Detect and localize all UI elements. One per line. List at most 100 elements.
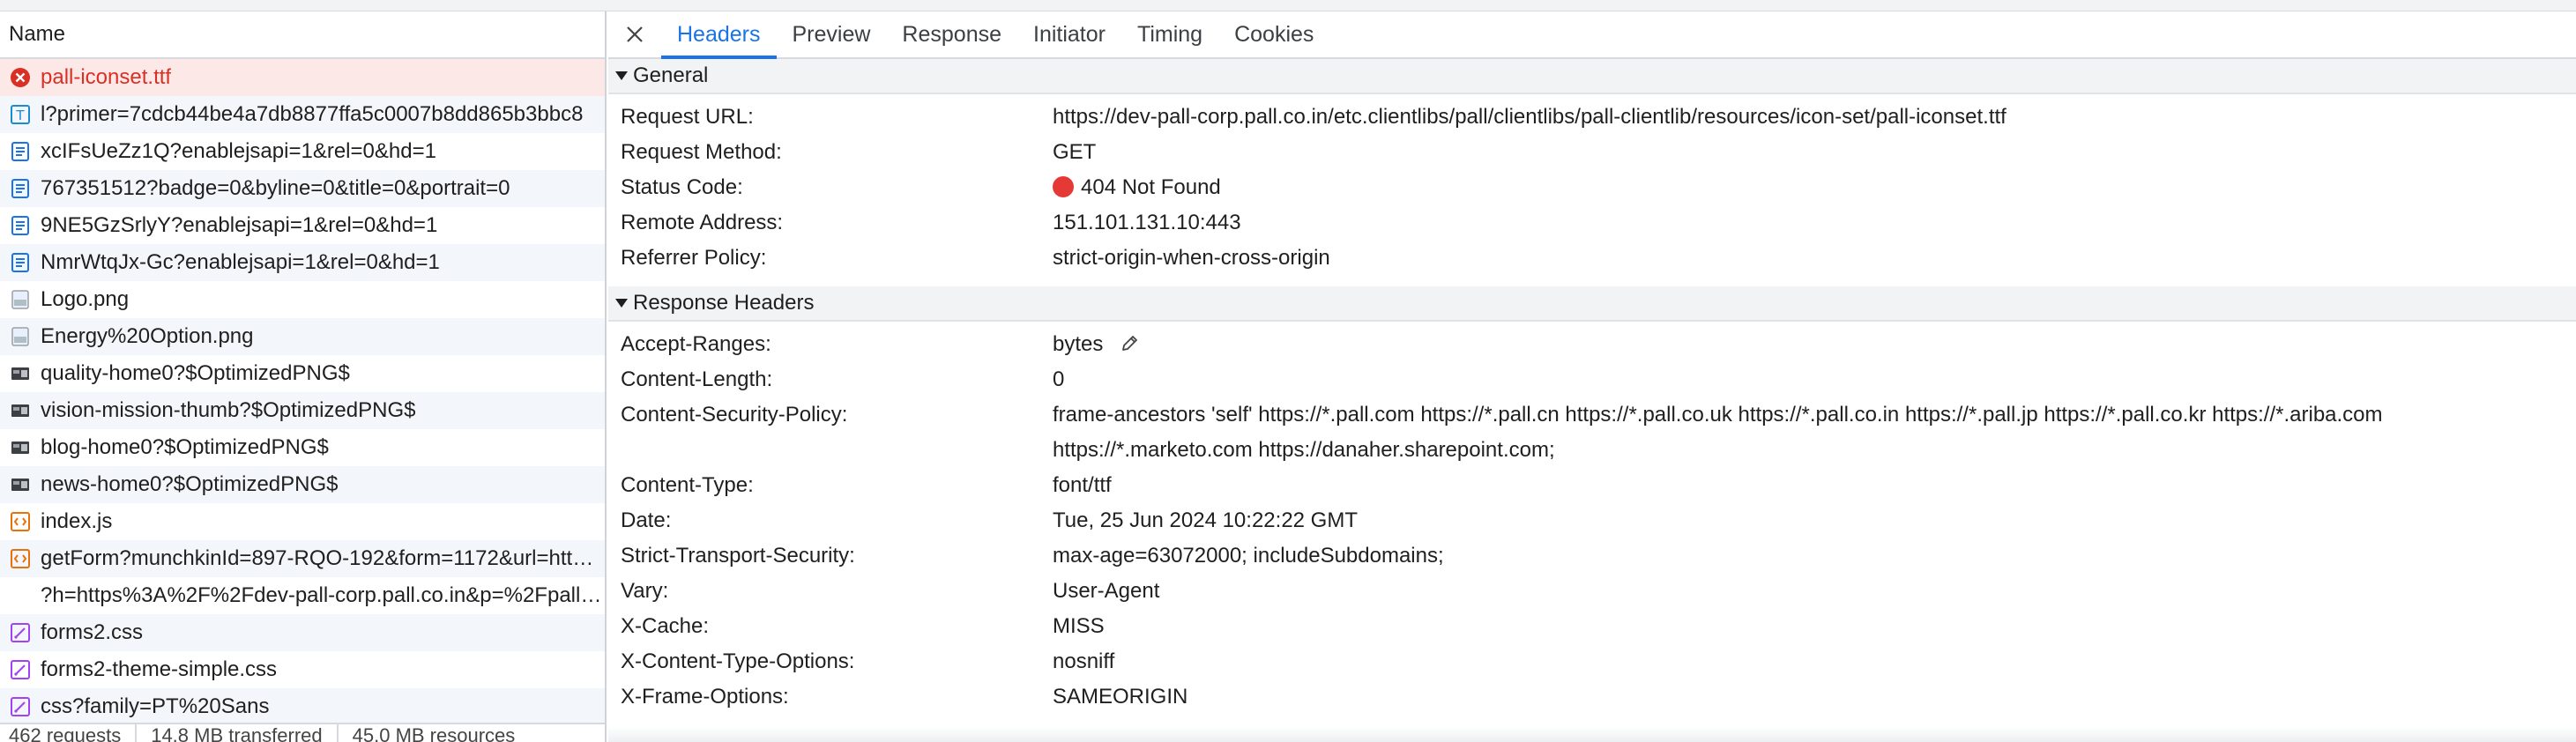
request-row[interactable]: css?family=PT%20Sans: [0, 688, 605, 725]
request-row[interactable]: 9NE5GzSrlyY?enablejsapi=1&rel=0&hd=1: [0, 207, 605, 244]
image-thumb-icon: [9, 473, 32, 496]
request-name: Logo.png: [41, 287, 130, 311]
header-key: Content-Type:: [621, 473, 754, 497]
x-cache-row: X-Cache: MISS: [608, 609, 2576, 644]
name-column-header[interactable]: Name: [0, 11, 605, 59]
image-icon: [9, 325, 32, 348]
tab-headers[interactable]: Headers: [661, 11, 777, 59]
request-row[interactable]: vision-mission-thumb?$OptimizedPNG$: [0, 392, 605, 429]
image-icon: [9, 288, 32, 311]
header-value[interactable]: GET: [1053, 135, 2576, 170]
tab-label: Preview: [792, 21, 871, 47]
status-divider: [135, 724, 138, 742]
request-row[interactable]: NmrWtqJx-Gc?enablejsapi=1&rel=0&hd=1: [0, 244, 605, 281]
request-name: xcIFsUeZz1Q?enablejsapi=1&rel=0&hd=1: [41, 139, 436, 163]
header-value[interactable]: Tue, 25 Jun 2024 10:22:22 GMT: [1053, 503, 2576, 538]
document-icon: [9, 251, 32, 274]
x-frame-options-row: X-Frame-Options: SAMEORIGIN: [608, 679, 2576, 715]
stylesheet-icon: [9, 658, 32, 681]
request-name: pall-iconset.ttf: [41, 65, 172, 89]
tab-label: Cookies: [1234, 21, 1314, 47]
header-key: X-Frame-Options:: [621, 685, 789, 709]
header-value[interactable]: font/ttf: [1053, 468, 2576, 503]
triangle-down-icon: [615, 71, 628, 80]
tab-timing[interactable]: Timing: [1121, 11, 1218, 57]
header-key: Accept-Ranges:: [621, 332, 771, 356]
response-headers-section: Accept-Ranges: bytes Content-Length: 0 C…: [608, 322, 2576, 715]
response-headers-title: Response Headers: [633, 291, 815, 315]
tab-response[interactable]: Response: [886, 11, 1017, 57]
request-row[interactable]: Energy%20Option.png: [0, 318, 605, 355]
triangle-down-icon: [615, 299, 628, 308]
request-name: 767351512?badge=0&byline=0&title=0&portr…: [41, 176, 510, 200]
general-section-toggle[interactable]: General: [608, 59, 2576, 94]
devtools-network-panel: Name pall-iconset.ttf Tl?primer=7cdcb44be…: [0, 0, 2576, 742]
request-row[interactable]: forms2-theme-simple.css: [0, 651, 605, 688]
header-value[interactable]: https://dev-pall-corp.pall.co.in/etc.cli…: [1053, 100, 2576, 135]
status-code-value[interactable]: 404 Not Found: [1053, 170, 2576, 205]
request-row[interactable]: forms2.css: [0, 614, 605, 651]
header-value[interactable]: MISS: [1053, 609, 2576, 644]
request-row[interactable]: Tl?primer=7cdcb44be4a7db8877ffa5c0007b8d…: [0, 96, 605, 133]
request-name: vision-mission-thumb?$OptimizedPNG$: [41, 398, 416, 422]
header-key: X-Content-Type-Options:: [621, 649, 855, 673]
error-icon: [9, 66, 32, 89]
request-name: ?h=https%3A%2F%2Fdev-pall-corp.pall.co.i…: [41, 583, 605, 607]
status-code-row: Status Code: 404 Not Found: [608, 170, 2576, 205]
header-value-with-edit[interactable]: bytes: [1053, 327, 2576, 362]
header-key: Referrer Policy:: [621, 246, 767, 270]
stylesheet-icon: [9, 621, 32, 644]
tab-initiator[interactable]: Initiator: [1017, 11, 1121, 57]
header-key: Content-Length:: [621, 367, 773, 391]
header-value[interactable]: frame-ancestors 'self' https://*.pall.co…: [1053, 397, 2576, 468]
remote-address-row: Remote Address: 151.101.131.10:443: [608, 205, 2576, 241]
strict-transport-security-row: Strict-Transport-Security: max-age=63072…: [608, 538, 2576, 574]
close-details-button[interactable]: [608, 11, 661, 57]
tab-preview[interactable]: Preview: [777, 11, 887, 57]
date-row: Date: Tue, 25 Jun 2024 10:22:22 GMT: [608, 503, 2576, 538]
request-row[interactable]: 767351512?badge=0&byline=0&title=0&portr…: [0, 170, 605, 207]
response-headers-section-toggle[interactable]: Response Headers: [608, 286, 2576, 322]
header-key: Request Method:: [621, 140, 782, 164]
document-icon: [9, 214, 32, 237]
header-value[interactable]: strict-origin-when-cross-origin: [1053, 241, 2576, 276]
header-value: bytes: [1053, 332, 1104, 356]
header-value[interactable]: User-Agent: [1053, 574, 2576, 609]
header-key: Strict-Transport-Security:: [621, 544, 855, 568]
request-name: Energy%20Option.png: [41, 324, 254, 348]
document-icon: [9, 177, 32, 200]
request-row[interactable]: index.js: [0, 503, 605, 540]
request-row[interactable]: ?h=https%3A%2F%2Fdev-pall-corp.pall.co.i…: [0, 577, 605, 614]
general-section: Request URL: https://dev-pall-corp.pall.…: [608, 94, 2576, 286]
request-name: 9NE5GzSrlyY?enablejsapi=1&rel=0&hd=1: [41, 213, 438, 237]
tab-label: Timing: [1136, 21, 1203, 47]
request-row[interactable]: quality-home0?$OptimizedPNG$: [0, 355, 605, 392]
name-column-label: Name: [9, 22, 66, 46]
request-name: index.js: [41, 509, 113, 533]
header-value[interactable]: 0: [1053, 362, 2576, 397]
status-divider: [336, 724, 339, 742]
header-value[interactable]: max-age=63072000; includeSubdomains;: [1053, 538, 2576, 574]
pencil-icon[interactable]: [1120, 334, 1139, 353]
header-value[interactable]: 151.101.131.10:443: [1053, 205, 2576, 241]
request-row[interactable]: Logo.png: [0, 281, 605, 318]
request-row[interactable]: getForm?munchkinId=897-RQO-192&form=1172…: [0, 540, 605, 577]
content-security-policy-row: Content-Security-Policy: frame-ancestors…: [608, 397, 2576, 468]
script-icon: [9, 510, 32, 533]
image-thumb-icon: [9, 399, 32, 422]
request-row[interactable]: blog-home0?$OptimizedPNG$: [0, 429, 605, 466]
request-row[interactable]: pall-iconset.ttf: [0, 59, 605, 96]
x-content-type-options-row: X-Content-Type-Options: nosniff: [608, 644, 2576, 679]
tab-label: Initiator: [1033, 21, 1106, 47]
content-length-row: Content-Length: 0: [608, 362, 2576, 397]
header-value[interactable]: nosniff: [1053, 644, 2576, 679]
tab-cookies[interactable]: Cookies: [1218, 11, 1329, 57]
request-row[interactable]: news-home0?$OptimizedPNG$: [0, 466, 605, 503]
accept-ranges-row: Accept-Ranges: bytes: [608, 327, 2576, 362]
request-url-row: Request URL: https://dev-pall-corp.pall.…: [608, 100, 2576, 135]
request-name: css?family=PT%20Sans: [41, 694, 270, 718]
request-row[interactable]: xcIFsUeZz1Q?enablejsapi=1&rel=0&hd=1: [0, 133, 605, 170]
header-value[interactable]: SAMEORIGIN: [1053, 679, 2576, 715]
request-name: NmrWtqJx-Gc?enablejsapi=1&rel=0&hd=1: [41, 250, 440, 274]
request-name: quality-home0?$OptimizedPNG$: [41, 361, 350, 385]
